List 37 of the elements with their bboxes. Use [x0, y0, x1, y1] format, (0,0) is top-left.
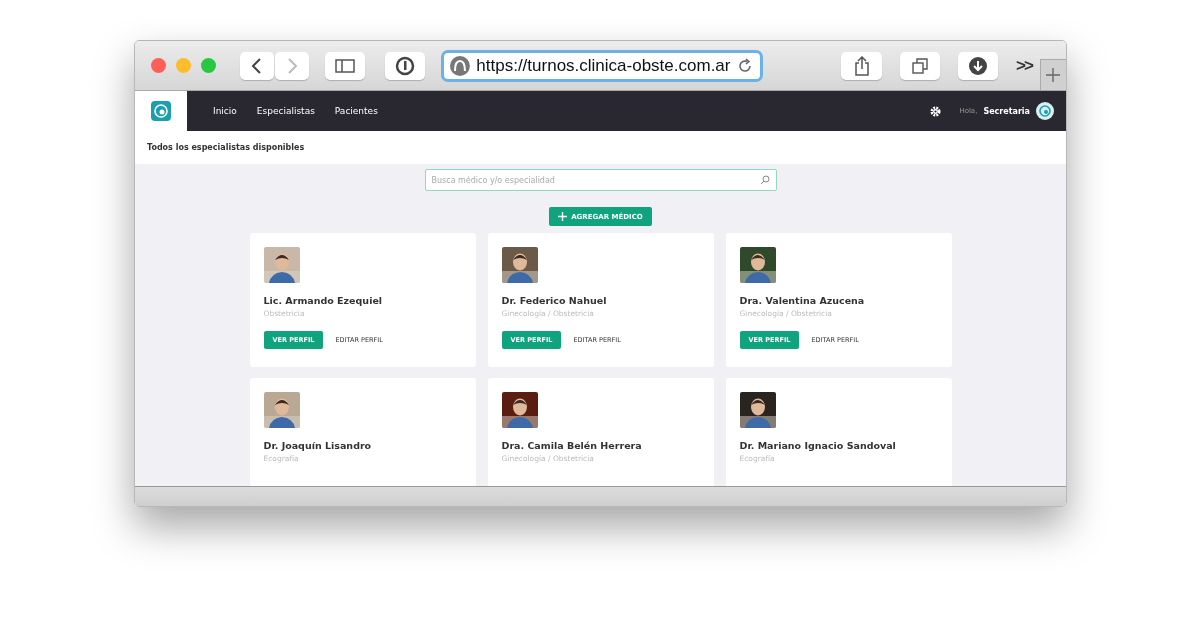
doctor-name: Dr. Mariano Ignacio Sandoval — [739, 440, 897, 451]
user-name: Secretaria — [983, 106, 1030, 116]
download-icon — [967, 55, 988, 76]
share-icon — [853, 55, 870, 76]
avatar-icon[interactable] — [1036, 102, 1054, 120]
plus-icon — [1045, 67, 1062, 83]
site-icon — [450, 55, 471, 76]
back-icon — [251, 57, 263, 74]
address-bar[interactable]: https://turnos.clinica-obste.com.ar — [441, 49, 764, 82]
download-button[interactable] — [957, 51, 998, 80]
search-icon[interactable] — [759, 175, 770, 185]
tabs-icon — [911, 57, 928, 74]
back-button[interactable] — [240, 51, 274, 80]
page-title: Todos los especialistas disponibles — [147, 143, 305, 152]
doctor-name: Dr. Joaquín Lisandro — [263, 440, 373, 451]
close-window-button[interactable] — [151, 58, 166, 73]
plus-icon — [558, 212, 568, 221]
nav-link[interactable]: Inicio — [213, 106, 237, 116]
forward-icon — [286, 57, 298, 74]
keyhole-icon — [395, 55, 416, 76]
new-tab-button[interactable] — [1039, 59, 1066, 90]
doctor-name: Dra. Valentina Azucena — [739, 295, 866, 306]
logo-icon[interactable] — [150, 100, 172, 122]
doctor-name: Lic. Armando Ezequiel — [263, 295, 384, 306]
url-text: https://turnos.clinica-obste.com.ar — [476, 55, 731, 76]
doctor-name: Dr. Federico Nahuel — [501, 295, 608, 306]
more-button[interactable]: >> — [1016, 55, 1032, 76]
sidebar-button[interactable] — [325, 51, 366, 80]
sidebar-icon — [335, 58, 356, 73]
search-field[interactable]: Busca médico y/o especialidad — [424, 169, 777, 191]
settings-icon[interactable] — [930, 105, 942, 117]
password-button[interactable] — [385, 51, 426, 80]
doctor-name: Dra. Camila Belén Herrera — [501, 440, 643, 451]
share-button[interactable] — [841, 51, 882, 80]
nav-link[interactable]: Especialistas — [256, 106, 315, 116]
tabs-button[interactable] — [899, 51, 940, 80]
nav-link[interactable]: Pacientes — [334, 106, 378, 116]
